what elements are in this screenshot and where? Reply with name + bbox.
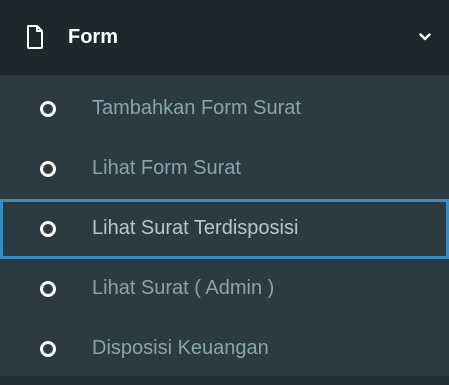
- menu-bottom-edge: [0, 376, 449, 385]
- circle-outline-icon: [40, 101, 56, 117]
- circle-outline-icon: [40, 341, 56, 357]
- form-menu-header[interactable]: Form: [0, 0, 449, 75]
- sidebar-menu: Form Tambahkan Form Surat Lihat Form Sur…: [0, 0, 449, 385]
- menu-item-label: Disposisi Keuangan: [92, 337, 269, 359]
- chevron-down-icon[interactable]: [419, 30, 431, 42]
- menu-item-label: Lihat Form Surat: [92, 157, 241, 179]
- menu-item-lihat-form-surat[interactable]: Lihat Form Surat: [0, 139, 449, 199]
- circle-outline-icon: [40, 161, 56, 177]
- menu-item-label: Lihat Surat ( Admin ): [92, 277, 275, 299]
- menu-item-lihat-surat-terdisposisi[interactable]: Lihat Surat Terdisposisi: [0, 199, 449, 259]
- menu-item-disposisi-keuangan[interactable]: Disposisi Keuangan: [0, 319, 449, 379]
- menu-item-lihat-surat-admin[interactable]: Lihat Surat ( Admin ): [0, 259, 449, 319]
- menu-item-tambahkan-form-surat[interactable]: Tambahkan Form Surat: [0, 79, 449, 139]
- circle-outline-icon: [40, 281, 56, 297]
- form-submenu: Tambahkan Form Surat Lihat Form Surat Li…: [0, 75, 449, 385]
- form-menu-label: Form: [68, 26, 118, 48]
- menu-item-label: Tambahkan Form Surat: [92, 97, 301, 119]
- file-icon: [26, 25, 44, 49]
- menu-item-label: Lihat Surat Terdisposisi: [92, 217, 299, 239]
- circle-outline-icon: [40, 221, 56, 237]
